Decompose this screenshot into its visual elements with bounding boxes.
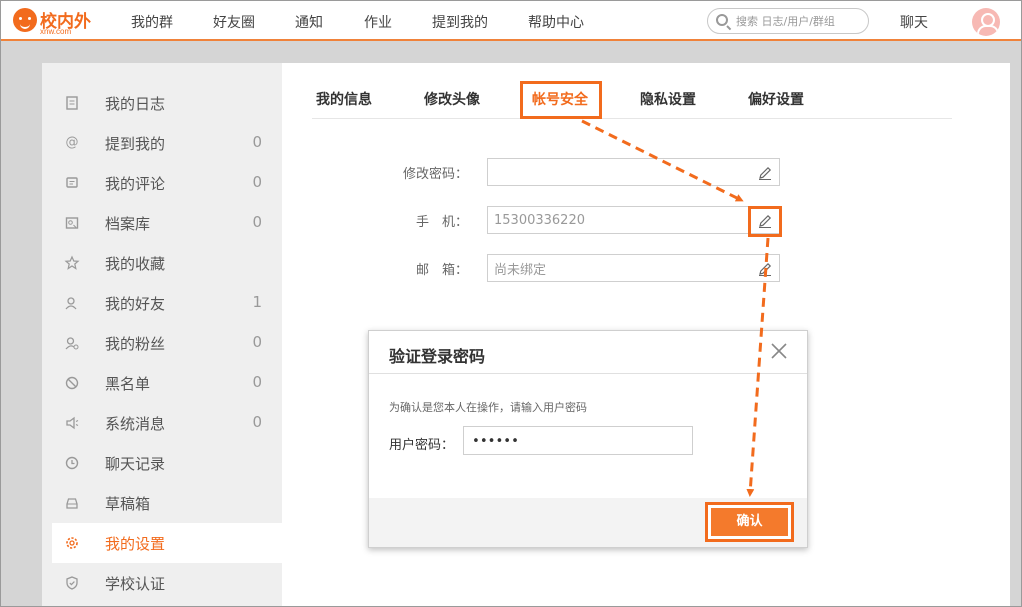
email-field	[487, 254, 780, 282]
tab-highlight-box	[520, 81, 602, 119]
sidebar-item-label: 我的评论	[105, 175, 166, 193]
sidebar-item-count: 0	[252, 213, 262, 231]
sidebar-item-label: 我的粉丝	[105, 335, 166, 353]
sidebar-item-blacklist[interactable]: 黑名单 0	[52, 363, 282, 403]
search-input[interactable]	[736, 12, 864, 30]
confirm-highlight-box: 确认	[705, 502, 794, 542]
verify-password-dialog: 验证登录密码 为确认是您本人在操作，请输入用户密码 用户密码： 确认	[368, 330, 808, 548]
settings-card: 我的日志 @ 提到我的 0 我的评论 0 档案库 0 我的收藏 我的好友 1 我…	[42, 63, 1010, 607]
sidebar-item-count: 0	[252, 133, 262, 151]
search-box	[707, 8, 869, 34]
friends-icon	[65, 297, 77, 310]
sidebar-item-friends[interactable]: 我的好友 1	[52, 283, 282, 323]
dialog-title: 验证登录密码	[389, 347, 486, 366]
user-avatar[interactable]	[972, 8, 1000, 36]
sidebar-item-comments[interactable]: 我的评论 0	[52, 163, 282, 203]
sidebar-item-label: 我的好友	[105, 295, 166, 313]
chat-link[interactable]: 聊天	[900, 12, 928, 32]
phone-label: 手 机：	[415, 215, 468, 230]
pencil-icon[interactable]	[757, 261, 773, 277]
sidebar-item-label: 提到我的	[105, 135, 166, 153]
sidebar-item-archive[interactable]: 档案库 0	[52, 203, 282, 243]
sidebar-item-mentions[interactable]: @ 提到我的 0	[52, 123, 282, 163]
sidebar-item-count: 0	[252, 413, 262, 431]
block-icon	[65, 376, 79, 390]
search-icon	[716, 14, 728, 26]
tab-change-avatar[interactable]: 修改头像	[424, 89, 480, 109]
sidebar-item-school-certification[interactable]: 学校认证	[52, 563, 282, 603]
site-logo[interactable]: 校内外 xnw.com	[13, 6, 103, 38]
speaker-icon	[66, 416, 79, 430]
shield-icon	[66, 576, 78, 590]
clock-icon	[65, 456, 79, 470]
fans-icon	[65, 337, 79, 350]
logo-face-icon	[13, 8, 37, 32]
sidebar: 我的日志 @ 提到我的 0 我的评论 0 档案库 0 我的收藏 我的好友 1 我…	[42, 63, 282, 607]
sidebar-item-label: 黑名单	[105, 375, 151, 393]
tab-preference-settings[interactable]: 偏好设置	[748, 89, 804, 109]
sidebar-item-count: 0	[252, 373, 262, 391]
sidebar-item-label: 档案库	[105, 215, 151, 233]
comment-icon	[66, 177, 78, 188]
sidebar-item-settings[interactable]: 我的设置	[52, 523, 282, 563]
pencil-highlight-box	[748, 206, 782, 237]
sidebar-item-label: 草稿箱	[105, 495, 151, 513]
sidebar-item-favorites[interactable]: 我的收藏	[52, 243, 282, 283]
password-input[interactable]	[494, 164, 744, 181]
journal-icon	[66, 96, 78, 110]
sidebar-item-drafts[interactable]: 草稿箱	[52, 483, 282, 523]
logo-domain: xnw.com	[40, 27, 72, 36]
sidebar-item-label: 我的设置	[105, 535, 166, 553]
confirm-button[interactable]: 确认	[711, 508, 788, 536]
user-password-label: 用户密码：	[389, 438, 455, 453]
sidebar-item-count: 0	[252, 333, 262, 351]
gear-icon	[66, 537, 78, 549]
sidebar-item-system-messages[interactable]: 系统消息 0	[52, 403, 282, 443]
star-icon	[64, 255, 80, 270]
settings-tabs: 我的信息 修改头像 帐号安全 隐私设置 偏好设置	[312, 63, 952, 119]
nav-item-homework[interactable]: 作业	[364, 12, 392, 32]
nav-item-my-groups[interactable]: 我的群	[131, 12, 173, 32]
user-password-field	[463, 426, 693, 455]
at-icon: @	[65, 135, 79, 150]
user-password-input[interactable]	[472, 433, 682, 449]
sidebar-item-label: 聊天记录	[105, 455, 166, 473]
nav-item-help-center[interactable]: 帮助中心	[528, 12, 584, 32]
sidebar-item-chat-history[interactable]: 聊天记录	[52, 443, 282, 483]
archive-icon	[65, 217, 79, 229]
dialog-divider	[369, 373, 807, 374]
sidebar-item-count: 1	[252, 293, 262, 311]
sidebar-item-label: 学校认证	[105, 575, 166, 593]
sidebar-item-count: 0	[252, 173, 262, 191]
sidebar-item-label: 系统消息	[105, 415, 166, 433]
nav-item-friends-circle[interactable]: 好友圈	[213, 12, 255, 32]
tab-privacy-settings[interactable]: 隐私设置	[640, 89, 696, 109]
sidebar-item-label: 我的收藏	[105, 255, 166, 273]
phone-field	[487, 206, 780, 234]
nav-item-mentions[interactable]: 提到我的	[432, 12, 488, 32]
password-field	[487, 158, 780, 186]
close-icon[interactable]	[769, 341, 789, 361]
drafts-icon	[66, 498, 78, 509]
sidebar-item-label: 我的日志	[105, 95, 166, 113]
nav-item-notifications[interactable]: 通知	[295, 12, 323, 32]
phone-input[interactable]	[494, 212, 744, 229]
email-label: 邮 箱：	[415, 263, 468, 278]
sidebar-item-fans[interactable]: 我的粉丝 0	[52, 323, 282, 363]
tab-my-info[interactable]: 我的信息	[316, 89, 372, 109]
dialog-hint: 为确认是您本人在操作，请输入用户密码	[389, 401, 587, 414]
email-input[interactable]	[494, 260, 744, 277]
password-label: 修改密码：	[402, 167, 468, 182]
pencil-icon[interactable]	[757, 165, 773, 181]
top-navbar: 校内外 xnw.com 我的群 好友圈 通知 作业 提到我的 帮助中心 聊天	[1, 1, 1021, 41]
sidebar-item-my-journal[interactable]: 我的日志	[52, 83, 282, 123]
dialog-footer: 确认	[369, 498, 807, 547]
